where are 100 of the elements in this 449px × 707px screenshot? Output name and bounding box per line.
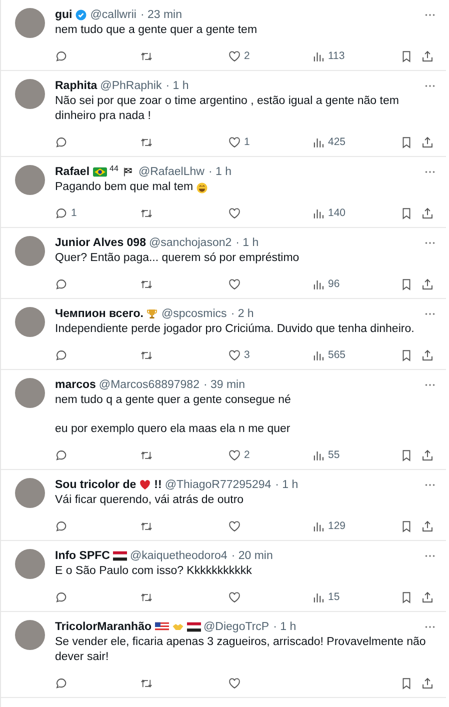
like-icon[interactable] bbox=[228, 50, 241, 62]
views-icon[interactable] bbox=[312, 136, 325, 148]
user-name[interactable]: TricolorMaranhão bbox=[55, 621, 152, 633]
avatar-placeholder[interactable] bbox=[15, 8, 45, 38]
more-options-icon[interactable] bbox=[424, 170, 436, 174]
bookmark-icon[interactable] bbox=[400, 520, 413, 532]
like-icon[interactable] bbox=[228, 520, 241, 532]
more-options-icon[interactable] bbox=[424, 625, 436, 629]
reply-icon[interactable] bbox=[55, 520, 68, 532]
more-options-icon[interactable] bbox=[424, 84, 436, 88]
user-name[interactable]: marcos bbox=[55, 379, 96, 391]
bookmark-icon[interactable] bbox=[400, 676, 413, 690]
user-name[interactable]: Info SPFC bbox=[55, 550, 110, 562]
repost-icon[interactable] bbox=[140, 50, 153, 62]
like-icon[interactable] bbox=[228, 206, 241, 220]
user-handle[interactable]: @spcosmics bbox=[161, 308, 227, 320]
repost-icon[interactable] bbox=[140, 136, 153, 148]
like-icon[interactable] bbox=[228, 136, 241, 148]
bookmark-icon[interactable] bbox=[400, 278, 413, 290]
bookmark-icon[interactable] bbox=[400, 348, 413, 362]
share-icon[interactable] bbox=[421, 206, 434, 220]
user-handle[interactable]: @Marcos68897982 bbox=[98, 379, 200, 391]
like-icon[interactable] bbox=[228, 676, 241, 690]
avatar-placeholder[interactable] bbox=[15, 79, 45, 109]
reply-icon[interactable] bbox=[55, 50, 68, 62]
views-icon[interactable] bbox=[312, 348, 325, 362]
share-icon[interactable] bbox=[421, 278, 434, 290]
views-icon[interactable] bbox=[312, 278, 325, 290]
user-name[interactable]: Raphita bbox=[55, 80, 98, 92]
views-icon[interactable] bbox=[312, 448, 325, 462]
repost-icon[interactable] bbox=[140, 206, 153, 220]
reply-icon[interactable] bbox=[55, 348, 68, 362]
post-time[interactable]: · 1 h bbox=[273, 621, 296, 633]
more-options-icon[interactable] bbox=[424, 241, 436, 245]
user-name[interactable]: Sou tricolor de bbox=[55, 479, 136, 491]
reply-icon[interactable] bbox=[55, 448, 68, 462]
more-options-icon[interactable] bbox=[424, 383, 436, 387]
user-name[interactable]: Junior Alves 098 bbox=[55, 237, 146, 249]
repost-icon[interactable] bbox=[140, 348, 153, 362]
user-handle[interactable]: @sanchojason2 bbox=[148, 237, 232, 249]
avatar-placeholder[interactable] bbox=[15, 549, 45, 579]
repost-icon[interactable] bbox=[140, 278, 153, 290]
repost-icon[interactable] bbox=[140, 448, 153, 462]
avatar-placeholder[interactable] bbox=[15, 236, 45, 266]
post-time[interactable]: · 39 min bbox=[203, 379, 246, 391]
reply-icon[interactable] bbox=[55, 278, 68, 290]
user-handle[interactable]: @PhRaphik bbox=[100, 80, 162, 92]
post-time[interactable]: · 2 h bbox=[230, 308, 254, 320]
share-icon[interactable] bbox=[421, 348, 434, 362]
avatar-placeholder[interactable] bbox=[15, 378, 45, 408]
user-handle[interactable]: @DiegoTrcP bbox=[204, 621, 270, 633]
more-options-icon[interactable] bbox=[424, 312, 436, 316]
reply-icon[interactable] bbox=[55, 206, 68, 220]
bookmark-icon[interactable] bbox=[400, 50, 413, 62]
bookmark-icon[interactable] bbox=[400, 590, 413, 604]
bookmark-icon[interactable] bbox=[400, 448, 413, 462]
views-icon[interactable] bbox=[312, 520, 325, 532]
repost-icon[interactable] bbox=[140, 590, 153, 604]
reply-icon[interactable] bbox=[55, 136, 68, 148]
share-icon[interactable] bbox=[421, 136, 434, 148]
trophy-icon bbox=[146, 308, 158, 320]
post-time[interactable]: · 1 h bbox=[208, 166, 232, 178]
views-icon[interactable] bbox=[312, 206, 325, 220]
reply-icon[interactable] bbox=[55, 590, 68, 604]
share-icon[interactable] bbox=[421, 50, 434, 62]
more-options-icon[interactable] bbox=[424, 554, 436, 558]
more-options-icon[interactable] bbox=[424, 483, 436, 487]
user-name[interactable]: !! bbox=[154, 479, 162, 491]
bookmark-icon[interactable] bbox=[400, 136, 413, 148]
user-name[interactable]: gui bbox=[55, 9, 72, 21]
bookmark-icon[interactable] bbox=[400, 206, 413, 220]
repost-icon[interactable] bbox=[140, 676, 153, 690]
views-icon[interactable] bbox=[312, 590, 325, 604]
avatar-placeholder[interactable] bbox=[15, 165, 45, 195]
avatar-placeholder[interactable] bbox=[15, 307, 45, 337]
share-icon[interactable] bbox=[421, 448, 434, 462]
user-handle[interactable]: @RafaelLhw bbox=[138, 166, 204, 178]
views-icon[interactable] bbox=[312, 50, 325, 62]
user-handle[interactable]: @callwrii bbox=[90, 9, 136, 21]
post-time[interactable]: · 20 min bbox=[231, 550, 273, 562]
user-handle[interactable]: @kaiquetheodoro4 bbox=[130, 550, 228, 562]
repost-icon[interactable] bbox=[140, 520, 153, 532]
user-name[interactable]: Rafael bbox=[55, 166, 90, 178]
avatar-placeholder[interactable] bbox=[15, 620, 45, 650]
more-options-icon[interactable] bbox=[424, 13, 436, 17]
like-icon[interactable] bbox=[228, 590, 241, 604]
post-time[interactable]: · 23 min bbox=[140, 9, 182, 21]
post-time[interactable]: · 1 h bbox=[166, 80, 189, 92]
post-time[interactable]: · 1 h bbox=[275, 479, 298, 491]
reply-icon[interactable] bbox=[55, 676, 68, 690]
like-icon[interactable] bbox=[228, 448, 241, 462]
user-name[interactable]: Чемпион всего. bbox=[55, 308, 144, 320]
share-icon[interactable] bbox=[421, 676, 434, 690]
like-icon[interactable] bbox=[228, 348, 241, 362]
avatar-placeholder[interactable] bbox=[15, 478, 45, 508]
share-icon[interactable] bbox=[421, 520, 434, 532]
like-icon[interactable] bbox=[228, 278, 241, 290]
share-icon[interactable] bbox=[421, 590, 434, 604]
user-handle[interactable]: @ThiagoR77295294 bbox=[164, 479, 272, 491]
post-time[interactable]: · 1 h bbox=[236, 237, 259, 249]
